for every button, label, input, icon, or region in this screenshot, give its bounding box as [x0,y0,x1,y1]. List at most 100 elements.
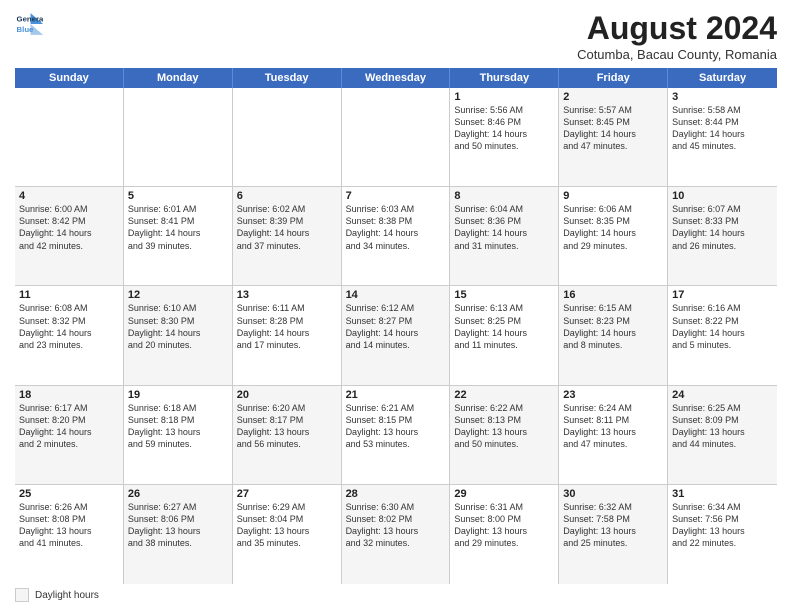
day-info: Sunrise: 6:03 AM Sunset: 8:38 PM Dayligh… [346,203,446,252]
day-info: Sunrise: 6:31 AM Sunset: 8:00 PM Dayligh… [454,501,554,550]
calendar-day-10: 10Sunrise: 6:07 AM Sunset: 8:33 PM Dayli… [668,187,777,285]
weekday-header-sunday: Sunday [15,68,124,88]
day-info: Sunrise: 6:22 AM Sunset: 8:13 PM Dayligh… [454,402,554,451]
logo-icon: General Blue [15,10,43,38]
day-info: Sunrise: 6:06 AM Sunset: 8:35 PM Dayligh… [563,203,663,252]
day-info: Sunrise: 6:02 AM Sunset: 8:39 PM Dayligh… [237,203,337,252]
legend-label: Daylight hours [35,590,99,601]
day-number: 30 [563,488,663,500]
day-info: Sunrise: 6:24 AM Sunset: 8:11 PM Dayligh… [563,402,663,451]
calendar-day-14: 14Sunrise: 6:12 AM Sunset: 8:27 PM Dayli… [342,286,451,384]
calendar-day-11: 11Sunrise: 6:08 AM Sunset: 8:32 PM Dayli… [15,286,124,384]
svg-text:General: General [17,15,43,24]
logo: General Blue [15,10,43,38]
day-number: 11 [19,289,119,301]
calendar-body: 1Sunrise: 5:56 AM Sunset: 8:46 PM Daylig… [15,88,777,584]
day-info: Sunrise: 6:21 AM Sunset: 8:15 PM Dayligh… [346,402,446,451]
svg-text:Blue: Blue [17,25,35,34]
day-info: Sunrise: 6:29 AM Sunset: 8:04 PM Dayligh… [237,501,337,550]
day-number: 17 [672,289,773,301]
day-number: 10 [672,190,773,202]
day-number: 13 [237,289,337,301]
day-number: 3 [672,91,773,103]
day-number: 2 [563,91,663,103]
calendar-day-4: 4Sunrise: 6:00 AM Sunset: 8:42 PM Daylig… [15,187,124,285]
day-info: Sunrise: 6:30 AM Sunset: 8:02 PM Dayligh… [346,501,446,550]
day-number: 18 [19,389,119,401]
calendar-day-29: 29Sunrise: 6:31 AM Sunset: 8:00 PM Dayli… [450,485,559,584]
calendar-day-5: 5Sunrise: 6:01 AM Sunset: 8:41 PM Daylig… [124,187,233,285]
weekday-header-friday: Friday [559,68,668,88]
day-number: 12 [128,289,228,301]
calendar-day-empty [15,88,124,186]
header: General Blue August 2024 Cotumba, Bacau … [15,10,777,62]
calendar-day-8: 8Sunrise: 6:04 AM Sunset: 8:36 PM Daylig… [450,187,559,285]
day-number: 22 [454,389,554,401]
calendar-week-2: 4Sunrise: 6:00 AM Sunset: 8:42 PM Daylig… [15,187,777,286]
day-info: Sunrise: 6:20 AM Sunset: 8:17 PM Dayligh… [237,402,337,451]
calendar-day-3: 3Sunrise: 5:58 AM Sunset: 8:44 PM Daylig… [668,88,777,186]
day-info: Sunrise: 5:58 AM Sunset: 8:44 PM Dayligh… [672,104,773,153]
day-info: Sunrise: 6:11 AM Sunset: 8:28 PM Dayligh… [237,302,337,351]
calendar-day-26: 26Sunrise: 6:27 AM Sunset: 8:06 PM Dayli… [124,485,233,584]
calendar-day-21: 21Sunrise: 6:21 AM Sunset: 8:15 PM Dayli… [342,386,451,484]
calendar-day-20: 20Sunrise: 6:20 AM Sunset: 8:17 PM Dayli… [233,386,342,484]
calendar-day-16: 16Sunrise: 6:15 AM Sunset: 8:23 PM Dayli… [559,286,668,384]
day-info: Sunrise: 6:32 AM Sunset: 7:58 PM Dayligh… [563,501,663,550]
day-info: Sunrise: 6:07 AM Sunset: 8:33 PM Dayligh… [672,203,773,252]
day-number: 23 [563,389,663,401]
day-number: 15 [454,289,554,301]
day-info: Sunrise: 6:04 AM Sunset: 8:36 PM Dayligh… [454,203,554,252]
day-info: Sunrise: 6:10 AM Sunset: 8:30 PM Dayligh… [128,302,228,351]
calendar-week-4: 18Sunrise: 6:17 AM Sunset: 8:20 PM Dayli… [15,386,777,485]
calendar-day-30: 30Sunrise: 6:32 AM Sunset: 7:58 PM Dayli… [559,485,668,584]
legend-box [15,588,29,602]
calendar-day-31: 31Sunrise: 6:34 AM Sunset: 7:56 PM Dayli… [668,485,777,584]
calendar-day-24: 24Sunrise: 6:25 AM Sunset: 8:09 PM Dayli… [668,386,777,484]
calendar-day-17: 17Sunrise: 6:16 AM Sunset: 8:22 PM Dayli… [668,286,777,384]
calendar-day-7: 7Sunrise: 6:03 AM Sunset: 8:38 PM Daylig… [342,187,451,285]
calendar-day-empty [124,88,233,186]
calendar-day-12: 12Sunrise: 6:10 AM Sunset: 8:30 PM Dayli… [124,286,233,384]
day-number: 19 [128,389,228,401]
day-number: 20 [237,389,337,401]
day-number: 24 [672,389,773,401]
day-number: 27 [237,488,337,500]
calendar-day-empty [233,88,342,186]
calendar-day-6: 6Sunrise: 6:02 AM Sunset: 8:39 PM Daylig… [233,187,342,285]
day-number: 9 [563,190,663,202]
calendar-week-1: 1Sunrise: 5:56 AM Sunset: 8:46 PM Daylig… [15,88,777,187]
day-number: 16 [563,289,663,301]
day-number: 31 [672,488,773,500]
calendar-day-22: 22Sunrise: 6:22 AM Sunset: 8:13 PM Dayli… [450,386,559,484]
calendar-day-9: 9Sunrise: 6:06 AM Sunset: 8:35 PM Daylig… [559,187,668,285]
day-info: Sunrise: 6:13 AM Sunset: 8:25 PM Dayligh… [454,302,554,351]
calendar-day-28: 28Sunrise: 6:30 AM Sunset: 8:02 PM Dayli… [342,485,451,584]
calendar-day-27: 27Sunrise: 6:29 AM Sunset: 8:04 PM Dayli… [233,485,342,584]
day-info: Sunrise: 6:27 AM Sunset: 8:06 PM Dayligh… [128,501,228,550]
calendar-day-13: 13Sunrise: 6:11 AM Sunset: 8:28 PM Dayli… [233,286,342,384]
page: General Blue August 2024 Cotumba, Bacau … [0,0,792,612]
day-number: 25 [19,488,119,500]
day-info: Sunrise: 6:25 AM Sunset: 8:09 PM Dayligh… [672,402,773,451]
day-number: 28 [346,488,446,500]
day-info: Sunrise: 5:56 AM Sunset: 8:46 PM Dayligh… [454,104,554,153]
calendar-week-5: 25Sunrise: 6:26 AM Sunset: 8:08 PM Dayli… [15,485,777,584]
calendar: SundayMondayTuesdayWednesdayThursdayFrid… [15,68,777,584]
month-year: August 2024 [577,10,777,47]
calendar-day-18: 18Sunrise: 6:17 AM Sunset: 8:20 PM Dayli… [15,386,124,484]
calendar-day-19: 19Sunrise: 6:18 AM Sunset: 8:18 PM Dayli… [124,386,233,484]
day-number: 7 [346,190,446,202]
day-number: 4 [19,190,119,202]
weekday-header-wednesday: Wednesday [342,68,451,88]
day-number: 29 [454,488,554,500]
day-info: Sunrise: 6:17 AM Sunset: 8:20 PM Dayligh… [19,402,119,451]
calendar-header: SundayMondayTuesdayWednesdayThursdayFrid… [15,68,777,88]
title-block: August 2024 Cotumba, Bacau County, Roman… [577,10,777,62]
day-number: 8 [454,190,554,202]
weekday-header-saturday: Saturday [668,68,777,88]
day-number: 14 [346,289,446,301]
calendar-day-empty [342,88,451,186]
weekday-header-tuesday: Tuesday [233,68,342,88]
day-number: 1 [454,91,554,103]
